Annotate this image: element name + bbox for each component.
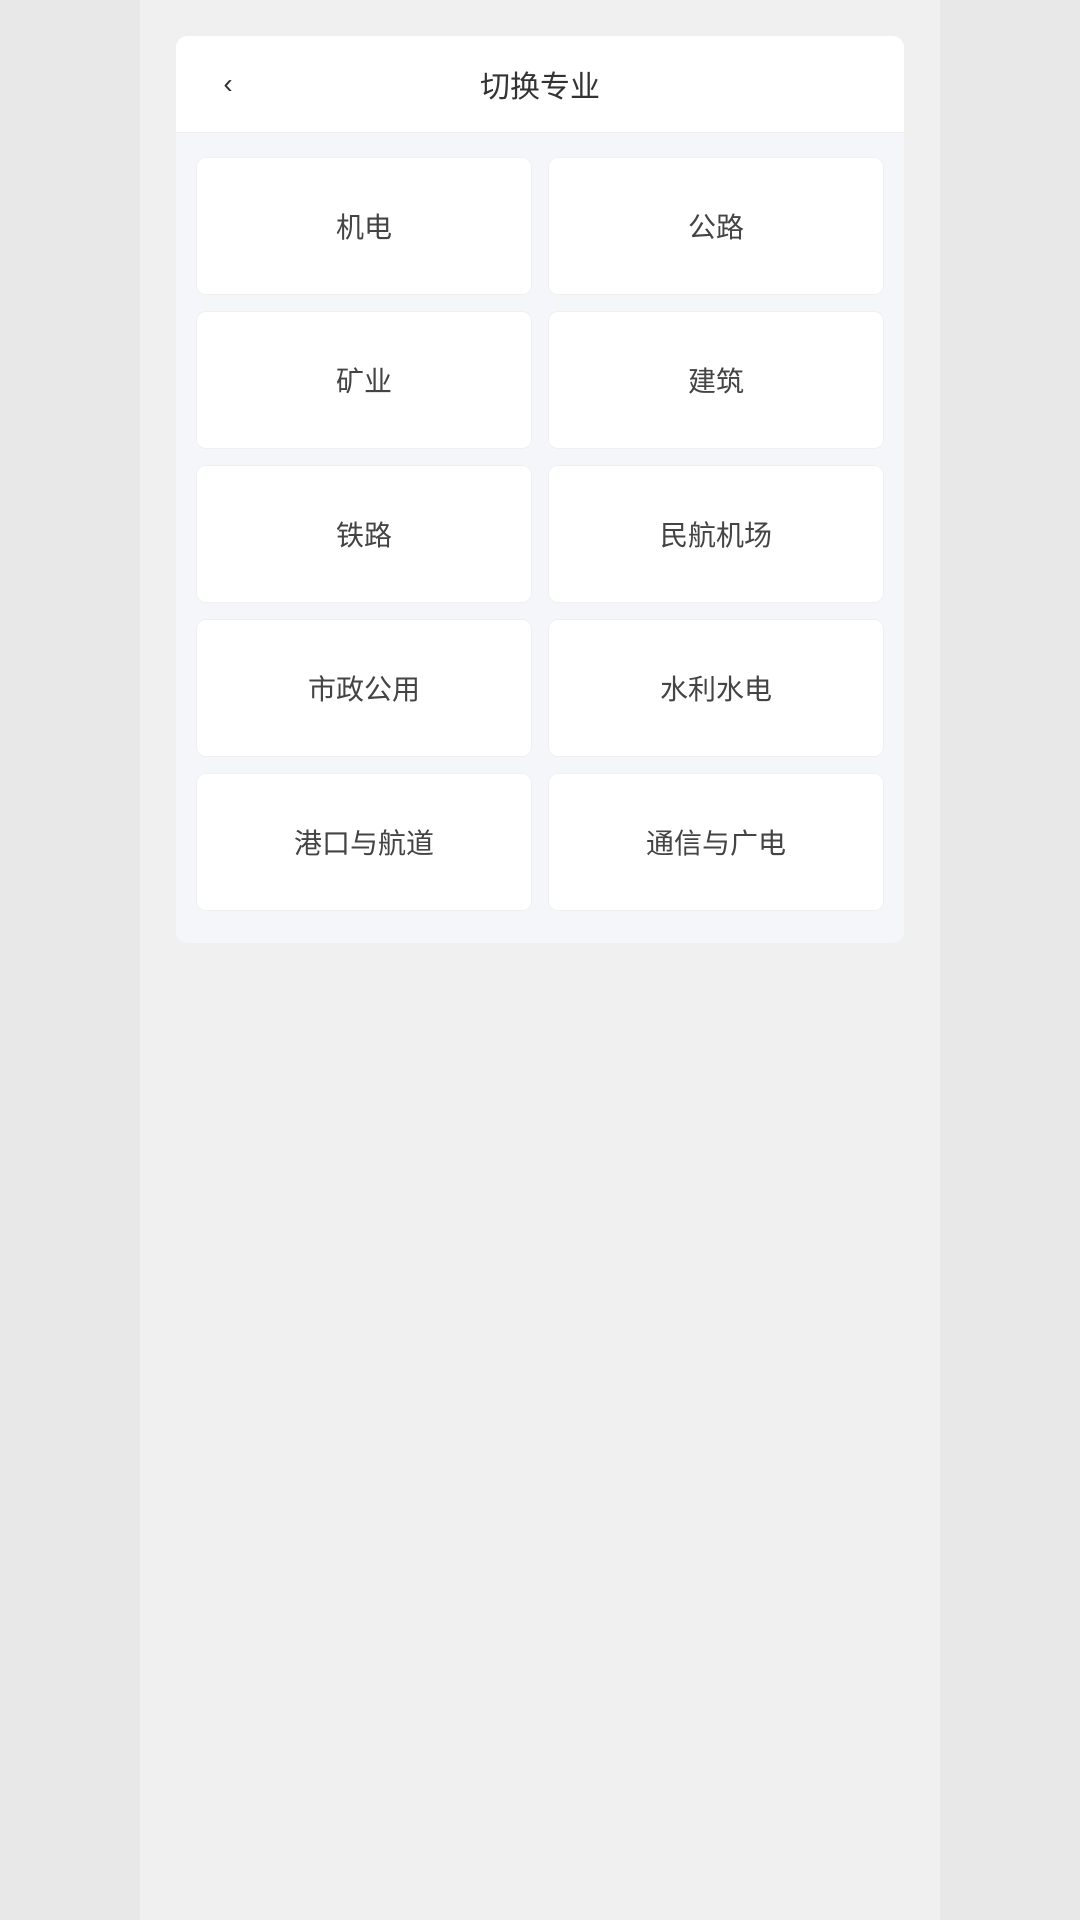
grid-item-shuili[interactable]: 水利水电 xyxy=(548,619,884,757)
grid-item-label-kuangye: 矿业 xyxy=(336,360,392,400)
grid-item-tongxin[interactable]: 通信与广电 xyxy=(548,773,884,911)
back-button[interactable]: ‹ xyxy=(208,64,248,104)
specialty-grid: 机电 公路矿业 建筑铁路 民航机场市政公用 水利水电港口与航道 通信与广电 xyxy=(196,157,884,911)
grid-item-label-shuili: 水利水电 xyxy=(660,668,772,708)
grid-item-label-gonglu: 公路 xyxy=(688,206,744,246)
grid-container: 机电 公路矿业 建筑铁路 民航机场市政公用 水利水电港口与航道 通信与广电 xyxy=(176,133,904,943)
grid-item-label-gangkou: 港口与航道 xyxy=(294,822,434,862)
grid-item-shizheng[interactable]: 市政公用 xyxy=(196,619,532,757)
grid-item-label-tielu: 铁路 xyxy=(336,514,392,554)
grid-item-tielu[interactable]: 铁路 xyxy=(196,465,532,603)
grid-item-label-jidian: 机电 xyxy=(336,206,392,246)
grid-item-label-minhang: 民航机场 xyxy=(660,514,772,554)
grid-item-label-shizheng: 市政公用 xyxy=(308,668,420,708)
back-icon: ‹ xyxy=(223,70,232,98)
app-container: ‹ 切换专业 机电 公路矿业 建筑铁路 民航机场市政公用 水利水电港口与航道 通信与广电 xyxy=(140,0,940,1920)
grid-item-jidian[interactable]: 机电 xyxy=(196,157,532,295)
grid-item-label-tongxin: 通信与广电 xyxy=(646,822,786,862)
grid-item-minhang[interactable]: 民航机场 xyxy=(548,465,884,603)
grid-item-kuangye[interactable]: 矿业 xyxy=(196,311,532,449)
grid-item-gonglu[interactable]: 公路 xyxy=(548,157,884,295)
page-title: 切换专业 xyxy=(480,62,600,106)
grid-item-gangkou[interactable]: 港口与航道 xyxy=(196,773,532,911)
main-card: ‹ 切换专业 机电 公路矿业 建筑铁路 民航机场市政公用 水利水电港口与航道 通信与广电 xyxy=(176,36,904,943)
grid-item-label-jianzhu: 建筑 xyxy=(688,360,744,400)
grid-item-jianzhu[interactable]: 建筑 xyxy=(548,311,884,449)
header: ‹ 切换专业 xyxy=(176,36,904,133)
